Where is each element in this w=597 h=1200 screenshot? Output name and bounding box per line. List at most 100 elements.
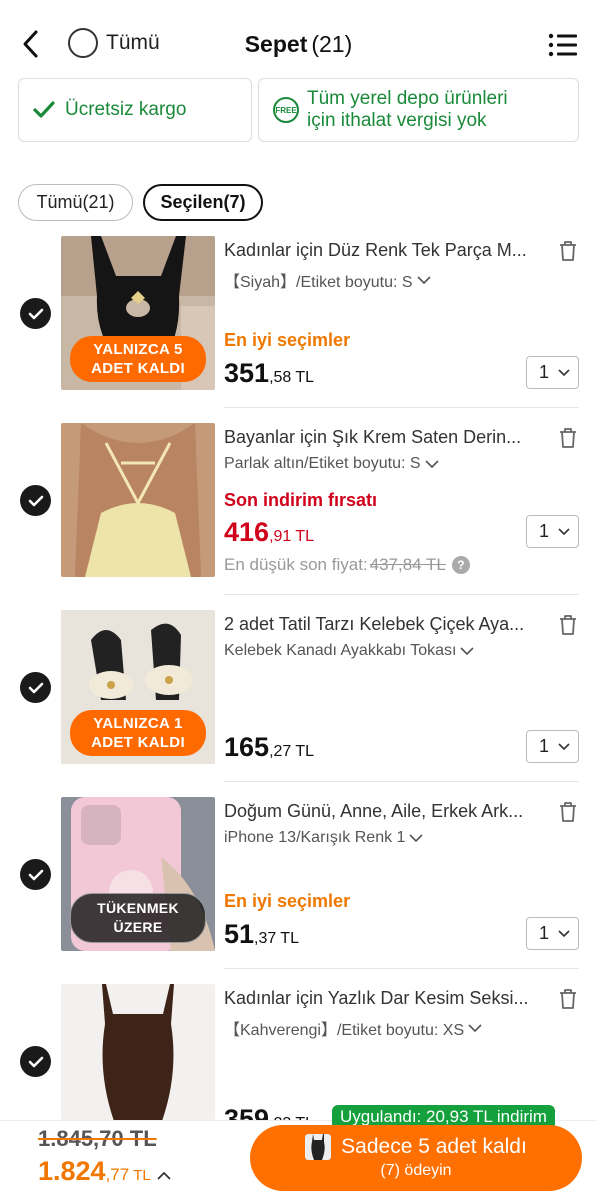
total-dec: ,77	[105, 1165, 130, 1184]
quantity-value: 1	[539, 736, 550, 756]
trash-icon[interactable]	[557, 613, 579, 637]
total-price[interactable]: 1.824,77 TL	[38, 1156, 171, 1187]
product-image[interactable]	[61, 423, 215, 577]
price-dec: ,27	[269, 743, 292, 760]
list-menu-icon[interactable]	[548, 32, 578, 58]
quantity-value: 1	[539, 923, 550, 943]
product-title[interactable]: Kadınlar için Düz Renk Tek Parça M...	[224, 240, 549, 261]
price-int: 51	[224, 919, 255, 949]
checkmark-icon	[28, 1056, 43, 1067]
variant-selector[interactable]: 【Kahverengi】/Etiket boyutu: XS	[224, 1016, 482, 1040]
product-title[interactable]: Bayanlar için Şık Krem Saten Derin...	[224, 427, 549, 448]
total-int: 1.824	[38, 1156, 106, 1186]
quantity-select[interactable]: 1	[526, 356, 579, 389]
free-shipping-text: Ücretsiz kargo	[65, 99, 187, 120]
selling-fast-badge: TÜKENMEK ÜZERE	[70, 893, 206, 943]
quantity-select[interactable]: 1	[526, 730, 579, 763]
price-dec: ,58	[269, 369, 292, 386]
page-title: Sepet (21)	[0, 31, 597, 58]
price-int: 416	[224, 517, 270, 547]
price-dec: ,37	[254, 930, 277, 947]
variant-selector[interactable]: 【Siyah】/Etiket boyutu: S	[224, 268, 431, 292]
free-icon: FREE	[273, 97, 299, 123]
original-total: 1.845,70 TL	[38, 1126, 157, 1151]
product-image[interactable]	[61, 984, 215, 1120]
divider	[224, 407, 579, 408]
product-title[interactable]: Doğum Günü, Anne, Aile, Erkek Ark...	[224, 801, 549, 822]
variant-text: iPhone 13/Karışık Renk 1	[224, 829, 406, 846]
price-currency: TL	[280, 930, 299, 947]
item-checkbox[interactable]	[20, 298, 51, 329]
brown-bodysuit-image	[61, 984, 215, 1120]
item-checkbox[interactable]	[20, 1046, 51, 1077]
best-picks-tag: En iyi seçimler	[224, 330, 351, 350]
chevron-down-icon	[558, 742, 570, 750]
checkout-button[interactable]: Sadece 5 adet kaldı (7) ödeyin	[250, 1125, 582, 1191]
chevron-down-icon	[460, 646, 475, 655]
lowest-price-old: 437,84 TL	[369, 555, 446, 574]
product-image[interactable]: TÜKENMEK ÜZERE	[61, 797, 215, 951]
divider	[224, 968, 579, 969]
chevron-down-icon	[468, 1023, 482, 1032]
checkout-line1-text: Sadece 5 adet kaldı	[341, 1135, 527, 1158]
filter-selected-chip[interactable]: Seçilen(7)	[143, 184, 263, 221]
low-stock-badge: YALNIZCA 5 ADET KALDI	[70, 336, 206, 382]
variant-selector[interactable]: Parlak altın/Etiket boyutu: S	[224, 455, 439, 473]
page-title-text: Sepet	[244, 31, 308, 57]
variant-selector[interactable]: Kelebek Kanadı Ayakkabı Tokası	[224, 642, 475, 660]
last-deal-tag: Son indirim fırsatı	[224, 490, 378, 510]
filter-all-chip[interactable]: Tümü(21)	[18, 184, 133, 221]
lowest-price-label: En düşük son fiyat:	[224, 555, 368, 574]
trash-icon[interactable]	[557, 426, 579, 450]
import-tax-banner: FREE Tüm yerel depo ürünleri için ithala…	[258, 78, 579, 142]
variant-text: Kelebek Kanadı Ayakkabı Tokası	[224, 642, 457, 659]
product-image[interactable]: YALNIZCA 1 ADET KALDI	[61, 610, 215, 764]
import-tax-line1: Tüm yerel depo ürünleri	[307, 88, 508, 109]
low-stock-line2: ADET KALDI	[91, 360, 185, 377]
product-image[interactable]: YALNIZCA 5 ADET KALDI	[61, 236, 215, 390]
lowest-price-note: En düşük son fiyat: 437,84 TL ?	[224, 555, 470, 575]
item-checkbox[interactable]	[20, 672, 51, 703]
trash-icon[interactable]	[557, 239, 579, 263]
price: 51,37 TL	[224, 919, 299, 950]
price: 165,27 TL	[224, 732, 314, 763]
low-stock-badge: YALNIZCA 1 ADET KALDI	[70, 710, 206, 756]
quantity-select[interactable]: 1	[526, 515, 579, 548]
trash-icon[interactable]	[557, 800, 579, 824]
chevron-down-icon	[409, 833, 424, 842]
quantity-value: 1	[539, 362, 550, 382]
price-int: 165	[224, 732, 270, 762]
import-tax-text: Tüm yerel depo ürünleri için ithalat ver…	[307, 88, 508, 132]
chevron-up-icon[interactable]	[157, 1171, 171, 1180]
total-currency: TL	[133, 1167, 151, 1184]
product-title[interactable]: 2 adet Tatil Tarzı Kelebek Çiçek Aya...	[224, 614, 549, 635]
low-stock-line2: ADET KALDI	[91, 734, 185, 751]
price: 416,91 TL	[224, 517, 314, 548]
best-picks-tag: En iyi seçimler	[224, 891, 351, 911]
chevron-down-icon	[424, 459, 439, 468]
product-thumbnail	[305, 1134, 332, 1160]
import-tax-line2: için ithalat vergisi yok	[307, 110, 487, 131]
low-stock-line1: YALNIZCA 5	[93, 341, 183, 358]
chevron-down-icon	[558, 527, 570, 535]
checkout-line1: Sadece 5 adet kaldı	[250, 1134, 582, 1160]
variant-text: Parlak altın/Etiket boyutu: S	[224, 455, 421, 472]
divider	[224, 781, 579, 782]
green-check-icon	[33, 101, 55, 118]
chevron-down-icon	[416, 275, 431, 284]
cart-count: (21)	[311, 31, 353, 57]
free-shipping-banner: Ücretsiz kargo	[18, 78, 252, 142]
item-checkbox[interactable]	[20, 485, 51, 516]
quantity-select[interactable]: 1	[526, 917, 579, 950]
checkmark-icon	[28, 869, 43, 880]
item-checkbox[interactable]	[20, 859, 51, 890]
checkout-line2: (7) ödeyin	[380, 1162, 452, 1179]
header: Tümü Sepet (21)	[0, 0, 597, 76]
variant-text: 【Siyah】/Etiket boyutu: S	[224, 274, 413, 291]
info-icon[interactable]: ?	[451, 556, 470, 574]
price-currency: TL	[295, 743, 314, 760]
variant-selector[interactable]: iPhone 13/Karışık Renk 1	[224, 829, 424, 847]
product-title[interactable]: Kadınlar için Yazlık Dar Kesim Seksi...	[224, 988, 549, 1009]
trash-icon[interactable]	[557, 987, 579, 1011]
bodysuit-thumb-image	[305, 1134, 332, 1160]
